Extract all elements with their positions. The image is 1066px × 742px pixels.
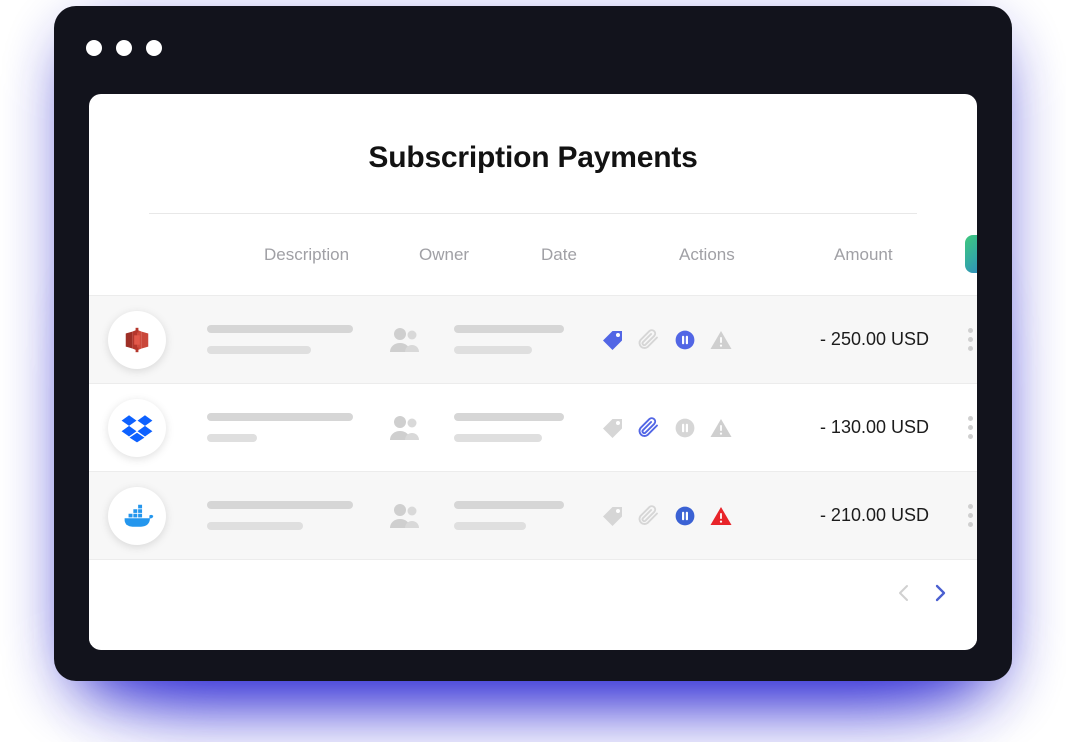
row-actions [601,328,736,352]
skeleton-bar [454,325,564,333]
pagination-next-button[interactable] [929,580,951,606]
paperclip-icon[interactable] [637,416,661,440]
column-header-date: Date [541,244,577,264]
avatar [108,398,166,457]
paperclip-icon[interactable] [637,328,661,352]
kebab-dot [967,328,973,333]
tag-icon[interactable] [601,416,625,440]
kebab-dot [967,513,973,518]
kebab-dot [967,522,973,527]
browser-window: Subscription Payments Description Owner … [54,6,1012,681]
amount-value: - 210.00 USD [819,505,929,525]
row-menu-button[interactable] [959,504,977,527]
skeleton-bar [207,413,353,421]
amount-value: - 130.00 USD [819,417,929,437]
column-header-owner: Owner [419,244,470,264]
skeleton-bar [454,413,564,421]
kebab-dot [967,434,973,439]
skeleton-bar [207,501,353,509]
search-icon [975,245,978,264]
docker-icon [124,504,154,527]
warning-icon[interactable] [709,328,733,352]
row-menu-button[interactable] [959,328,977,351]
skeleton-bar [454,434,542,442]
row-menu-button[interactable] [959,416,977,439]
skeleton-bar [454,522,526,530]
avatar [108,310,166,369]
maximize-dot[interactable] [146,40,162,56]
users-icon [390,503,419,528]
table-header-row: Description Owner Date Actions Amount [89,214,977,295]
content-card: Subscription Payments Description Owner … [89,94,977,650]
pause-icon[interactable] [673,504,697,528]
kebab-dot [967,425,973,430]
chevron-right-icon [935,584,946,602]
table-footer [89,559,977,645]
skeleton-bar [454,346,532,354]
window-titlebar [54,6,1012,90]
pagination-prev-button[interactable] [893,580,915,606]
skeleton-bar [454,501,564,509]
date-placeholder [454,501,564,530]
tag-icon[interactable] [601,504,625,528]
pause-icon[interactable] [673,328,697,352]
page-title: Subscription Payments [368,141,698,174]
date-placeholder [454,413,564,442]
skeleton-bar [207,434,257,442]
description-placeholder [207,413,353,442]
column-header-description: Description [264,244,350,264]
column-header-actions: Actions [679,244,735,264]
date-placeholder [454,325,564,354]
description-placeholder [207,325,353,354]
kebab-dot [967,504,973,509]
users-icon [390,327,419,352]
search-button[interactable] [965,235,977,273]
amount-value: - 250.00 USD [819,329,929,349]
minimize-dot[interactable] [116,40,132,56]
table-row[interactable]: - 250.00 USD [89,295,977,383]
paperclip-icon[interactable] [637,504,661,528]
table-row[interactable]: - 210.00 USD [89,471,977,559]
avatar [108,486,166,545]
pause-icon[interactable] [673,416,697,440]
skeleton-bar [207,346,311,354]
row-actions [601,504,736,528]
row-actions [601,416,736,440]
table-row[interactable]: - 130.00 USD [89,383,977,471]
close-dot[interactable] [86,40,102,56]
skeleton-bar [207,325,353,333]
chevron-left-icon [899,585,908,601]
dropbox-icon [121,414,153,442]
tag-icon[interactable] [601,328,625,352]
warning-icon[interactable] [709,416,733,440]
screenshot-stage: Subscription Payments Description Owner … [0,0,1066,742]
skeleton-bar [207,522,303,530]
description-placeholder [207,501,353,530]
kebab-dot [967,416,973,421]
column-header-amount: Amount [834,244,893,264]
users-icon [390,415,419,440]
pagination [893,580,951,606]
kebab-dot [967,337,973,342]
warning-icon[interactable] [709,504,733,528]
aws-redshift-icon [125,327,149,352]
kebab-dot [967,346,973,351]
